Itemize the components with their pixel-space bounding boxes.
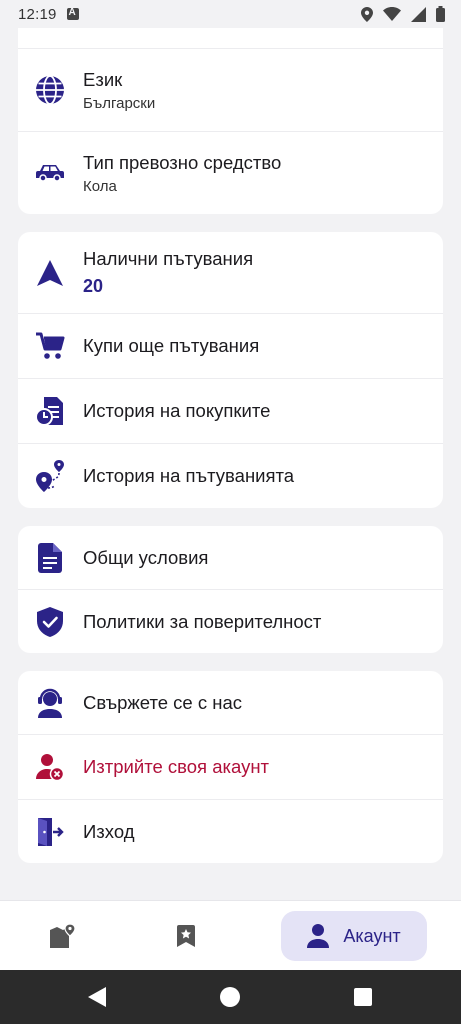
recents-button[interactable] — [351, 985, 375, 1009]
back-icon — [88, 987, 106, 1007]
person-icon — [307, 924, 330, 948]
receipt-history-icon — [34, 395, 66, 427]
wifi-icon — [383, 7, 401, 21]
document-icon — [34, 542, 66, 574]
available-trips-row[interactable]: Налични пътувания 20 — [18, 232, 443, 314]
system-navigation-bar — [0, 970, 461, 1024]
terms-label: Общи условия — [83, 546, 209, 568]
nav-map[interactable] — [30, 911, 96, 961]
contact-row[interactable]: Свържете се с нас — [18, 671, 443, 735]
recents-icon — [354, 988, 372, 1006]
buy-more-trips-label: Купи още пътувания — [83, 335, 260, 356]
map-pin-icon — [50, 924, 76, 948]
delete-account-row[interactable]: Изтрийте своя акаунт — [18, 735, 443, 800]
language-title: Език — [83, 68, 123, 90]
notification-icon — [66, 7, 79, 20]
privacy-row[interactable]: Политики за поверителност — [18, 590, 443, 653]
contact-label: Свържете се с нас — [83, 691, 242, 713]
navigation-arrow-icon — [34, 257, 66, 289]
support-agent-icon — [34, 687, 66, 719]
logout-label: Изход — [83, 820, 135, 842]
available-trips-count: 20 — [83, 276, 104, 296]
trip-history-label: История на пътуванията — [83, 465, 295, 486]
home-icon — [220, 987, 240, 1007]
logout-icon — [34, 816, 66, 848]
bookmark-star-icon — [177, 925, 195, 947]
home-button[interactable] — [218, 985, 242, 1009]
account-card: Свържете се с нас Изтрийте своя акаунт И… — [18, 671, 443, 863]
logout-row[interactable]: Изход — [18, 800, 443, 863]
vehicle-type-title: Тип превозно средство — [83, 151, 282, 173]
signal-icon — [411, 6, 426, 22]
route-pin-icon — [34, 460, 66, 492]
trips-card: Налични пътувания 20 Купи още пътувания — [18, 232, 443, 508]
language-value: Български — [83, 94, 156, 112]
status-time: 12:19 — [18, 5, 57, 23]
purchase-history-row[interactable]: История на покупките — [18, 379, 443, 444]
globe-icon — [34, 74, 66, 106]
back-button[interactable] — [85, 985, 109, 1009]
available-trips-title: Налични пътувания — [83, 248, 254, 269]
language-row[interactable]: Език Български — [18, 49, 443, 132]
nav-account-label: Акаунт — [343, 925, 401, 946]
car-icon — [34, 157, 66, 189]
nav-account[interactable]: Акаунт — [281, 911, 427, 961]
vehicle-type-row[interactable]: Тип превозно средство Кола — [18, 132, 443, 214]
cart-icon — [34, 330, 66, 362]
nav-saved[interactable] — [153, 911, 219, 961]
status-bar: 12:19 — [0, 0, 461, 28]
buy-more-trips-row[interactable]: Купи още пътувания — [18, 314, 443, 379]
bottom-navigation: Акаунт — [0, 900, 461, 970]
vehicle-type-value: Кола — [83, 177, 117, 195]
terms-row[interactable]: Общи условия — [18, 526, 443, 590]
purchase-history-label: История на покупките — [83, 400, 271, 421]
battery-icon — [436, 6, 445, 22]
status-icons — [361, 6, 445, 22]
settings-card: Език Български Тип превозно средство Кол… — [18, 0, 443, 214]
legal-card: Общи условия Политики за поверителност — [18, 526, 443, 653]
privacy-label: Политики за поверителност — [83, 610, 322, 632]
user-remove-icon — [34, 751, 66, 783]
delete-account-label: Изтрийте своя акаунт — [83, 756, 270, 777]
trip-history-row[interactable]: История на пътуванията — [18, 444, 443, 508]
shield-check-icon — [34, 606, 66, 638]
location-icon — [361, 6, 373, 22]
